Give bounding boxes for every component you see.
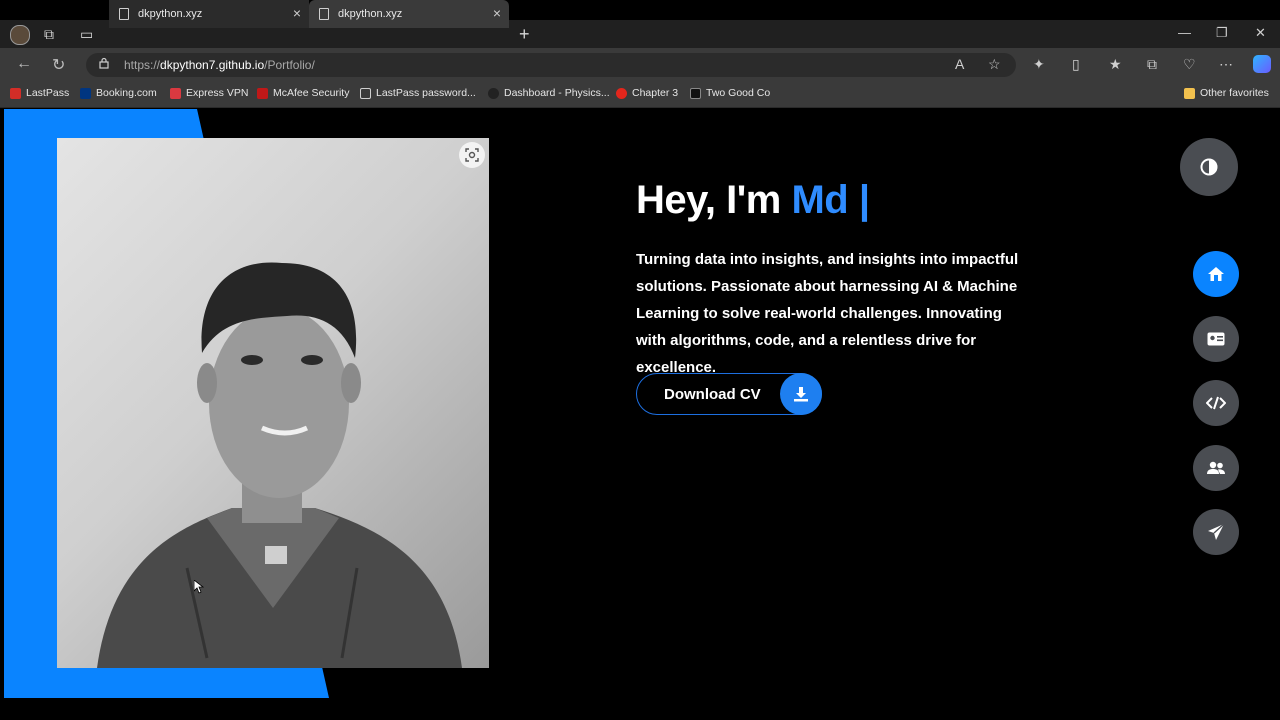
url-text[interactable]: https://dkpython7.github.io/Portfolio/ [124,58,315,72]
users-icon [1207,461,1225,474]
new-tab-icon[interactable]: + [519,24,530,45]
favorite-chapter3[interactable]: Chapter 3 [616,87,678,99]
favorite-label: LastPass [26,87,70,99]
twogoodco-icon [690,87,701,99]
extensions-icon[interactable]: ✦ [1033,56,1045,73]
refresh-icon[interactable]: ↻ [52,55,65,75]
visual-search-icon [465,148,479,162]
url-host: dkpython7.github.io [160,58,265,72]
favorite-booking[interactable]: Booking.com [80,87,157,99]
tab-2-active[interactable]: dkpython.xyz × [309,0,509,28]
expressvpn-icon [170,87,181,99]
nav-team-button[interactable] [1193,445,1239,491]
theme-toggle-button[interactable] [1180,138,1238,196]
url-prefix: https:// [124,58,161,72]
favorites-icon[interactable]: ★ [1109,56,1122,73]
bottom-black-strip [0,698,1280,720]
favorite-mcafee[interactable]: McAfee Security [257,87,349,99]
copilot-icon[interactable] [1253,55,1271,73]
hero-heading: Hey, I'm Md | [636,178,870,223]
restore-icon[interactable]: ❐ [1216,25,1228,41]
favorite-label: McAfee Security [273,87,350,99]
download-icon [780,373,822,415]
tab-1[interactable]: dkpython.xyz × [109,0,309,28]
favorite-label: Express VPN [186,87,249,99]
id-card-icon [1207,332,1225,346]
download-cv-label: Download CV [664,386,761,403]
page-icon [319,8,329,20]
favorite-dashboard[interactable]: Dashboard - Physics... [488,87,610,99]
lock-icon [99,57,109,69]
favorite-twogoodco[interactable]: Two Good Co [690,87,770,99]
favorite-label: Chapter 3 [632,87,679,99]
favorite-lastpass-password[interactable]: LastPass password... [360,87,476,99]
mcafee-icon [257,87,268,99]
favorite-label: LastPass password... [376,87,476,99]
nav-home-button[interactable] [1193,251,1239,297]
other-favorites[interactable]: Other favorites [1184,87,1269,99]
browser-essentials-icon[interactable]: ♡ [1183,56,1196,73]
mouse-cursor-icon [194,580,204,594]
favorite-star-icon[interactable]: ☆ [988,56,1001,73]
page-icon [119,8,129,20]
contrast-icon [1200,158,1218,176]
lastpass-icon [10,87,21,99]
favorite-label: Dashboard - Physics... [504,87,610,99]
workspaces-icon[interactable]: ⧉ [44,26,54,43]
hero-description: Turning data into insights, and insights… [636,251,1019,376]
chapter3-icon [616,87,627,99]
code-icon [1206,396,1226,410]
url-path: /Portfolio/ [264,58,315,72]
dashboard-icon [488,87,499,99]
profile-avatar[interactable] [10,25,30,45]
more-menu-icon[interactable]: ⋯ [1219,56,1233,73]
favorite-label: Booking.com [96,87,157,99]
close-tab-icon[interactable]: × [293,6,301,20]
window-close-icon[interactable]: ✕ [1255,25,1266,41]
portrait-illustration [97,262,462,668]
minimize-icon[interactable]: — [1178,25,1191,40]
profile-photo [57,138,489,668]
read-aloud-icon[interactable]: A [955,56,964,72]
hero-title: Hey, I'm Md | [636,178,870,223]
favorite-lastpass[interactable]: LastPass [10,87,69,99]
favorite-label: Two Good Co [706,87,771,99]
nav-about-button[interactable] [1193,316,1239,362]
send-icon [1208,523,1225,540]
visual-search-button[interactable] [459,142,485,168]
typed-name: Md | [791,178,870,222]
tab-title: dkpython.xyz [338,8,403,20]
greeting-text: Hey, I'm [636,178,792,222]
other-favorites-label: Other favorites [1200,87,1269,99]
nav-contact-button[interactable] [1193,509,1239,555]
home-icon [1208,267,1224,281]
folder-icon [1184,87,1195,99]
split-screen-icon[interactable]: ▯ [1072,56,1080,73]
booking-icon [80,87,91,99]
tab-title: dkpython.xyz [138,8,203,20]
close-tab-icon[interactable]: × [493,6,501,20]
download-cv-button[interactable]: Download CV [636,373,822,415]
nav-projects-button[interactable] [1193,380,1239,426]
favorite-expressvpn[interactable]: Express VPN [170,87,248,99]
page-icon [360,87,371,99]
tab-actions-icon[interactable]: ▭ [80,26,93,43]
back-icon[interactable]: ← [16,55,32,73]
collections-icon[interactable]: ⧉ [1147,56,1157,73]
